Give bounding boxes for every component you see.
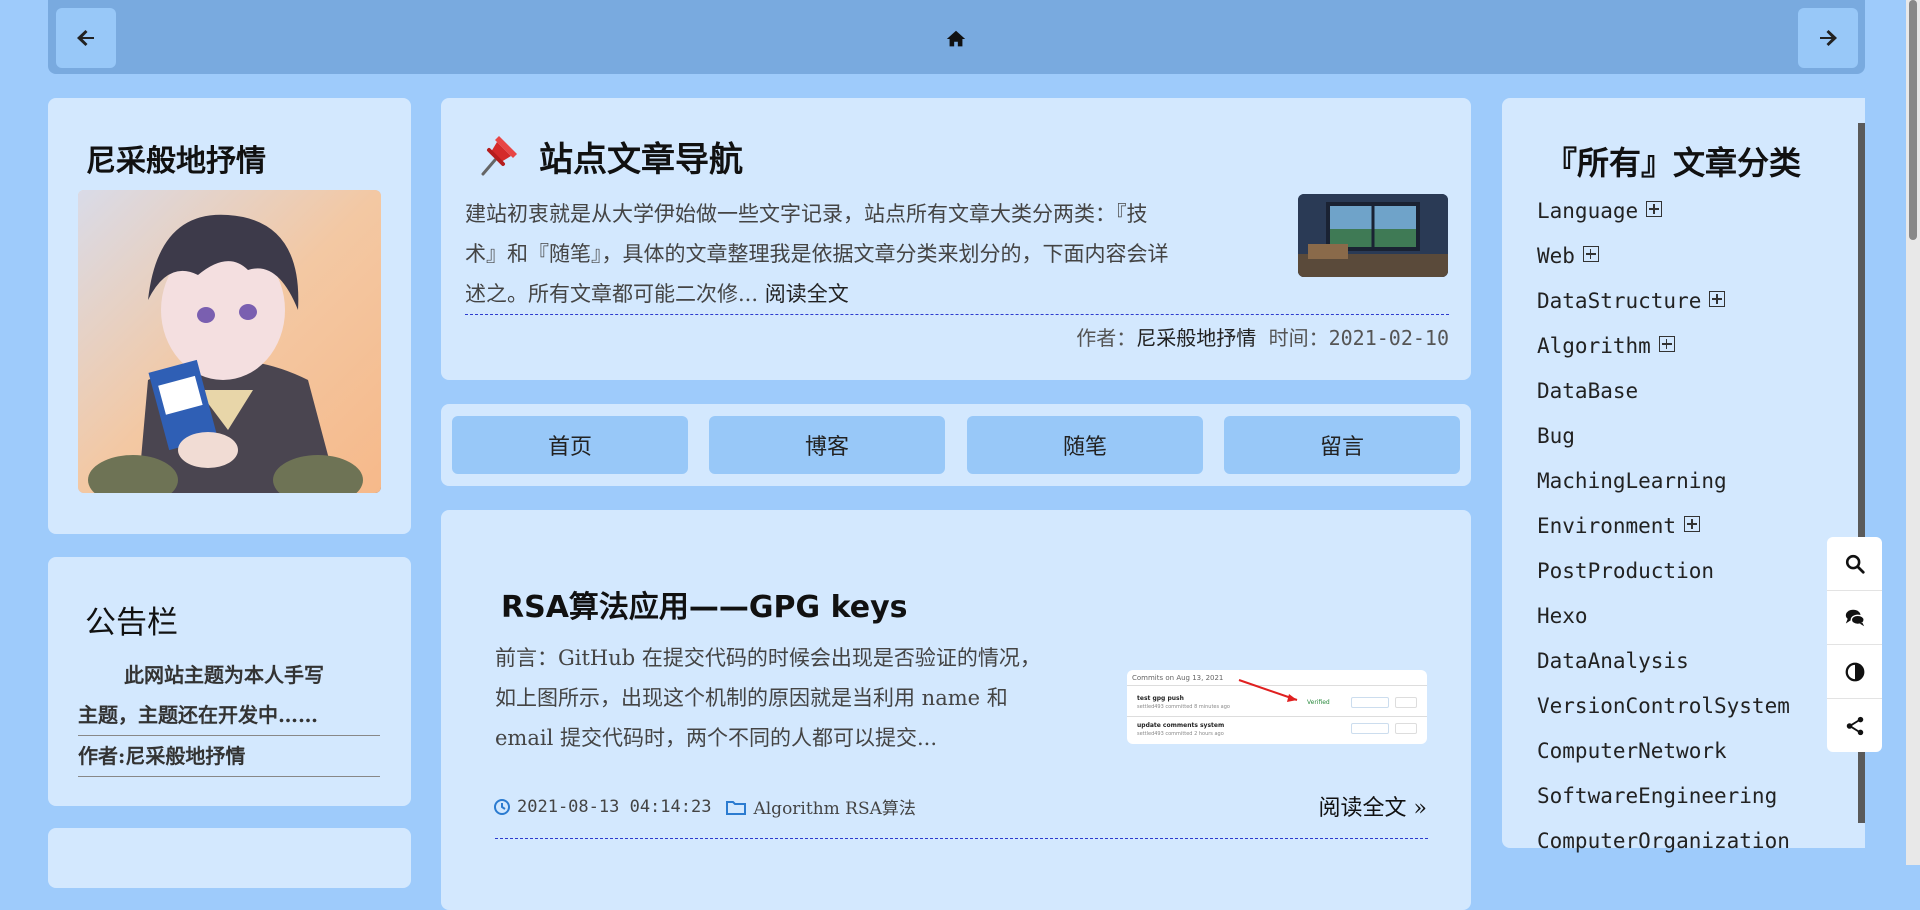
- summary-line: 术』和『随笔』，具体的文章整理我是依据文章分类来划分的，下面内容会详: [465, 242, 1169, 266]
- summary-line: 如上图所示，出现这个机制的原因就是当利用 name 和: [495, 686, 1008, 710]
- search-icon: [1845, 554, 1865, 574]
- tab-guestbook[interactable]: 留言: [1224, 416, 1460, 474]
- post-read-more[interactable]: 阅读全文 »: [1319, 790, 1427, 822]
- author-name: 尼采般地抒情: [86, 144, 266, 179]
- expand-icon[interactable]: [1684, 516, 1701, 532]
- time-label: 时间：: [1268, 326, 1329, 350]
- notice-card: 公告栏 此网站主题为本人手写 主题，主题还在开发中…… 作者:尼采般地抒情: [48, 557, 411, 806]
- notice-text-line: 此网站主题为本人手写: [124, 663, 324, 687]
- post-meta: 2021-08-13 04:14:23 Algorithm RSA算法: [493, 794, 916, 819]
- category-item-algorithm[interactable]: Algorithm: [1537, 334, 1675, 358]
- category-label: VersionControlSystem: [1537, 694, 1790, 718]
- home-icon: [946, 30, 966, 47]
- notice-text-line: 主题，主题还在开发中……: [78, 695, 380, 736]
- featured-summary: 建站初衷就是从大学伊始做一些文字记录，站点所有文章大类分两类：『技 术』和『随笔…: [465, 194, 1285, 314]
- tab-home[interactable]: 首页: [452, 416, 688, 474]
- category-item-environment[interactable]: Environment: [1537, 514, 1701, 538]
- featured-meta: 作者：尼采般地抒情 时间：2021-02-10: [1076, 322, 1449, 351]
- author-label: 作者：: [1076, 326, 1137, 350]
- post-card: RSA算法应用——GPG keys 前言：GitHub 在提交代码的时候会出现是…: [441, 510, 1471, 910]
- read-more-link[interactable]: 阅读全文: [765, 282, 849, 306]
- category-label: ComputerNetwork: [1537, 739, 1727, 763]
- category-item-postproduction[interactable]: PostProduction: [1537, 559, 1714, 583]
- category-item-bug[interactable]: Bug: [1537, 424, 1575, 448]
- post-thumbnail[interactable]: Commits on Aug 13, 2021 test gpg push se…: [1127, 670, 1427, 744]
- search-button[interactable]: [1827, 537, 1882, 591]
- theme-toggle-button[interactable]: [1827, 645, 1882, 699]
- category-item-web[interactable]: Web: [1537, 244, 1599, 268]
- notice-title: 公告栏: [85, 605, 178, 641]
- top-navbar: [48, 0, 1865, 74]
- pushpin-icon: [475, 134, 519, 178]
- category-item-dataanalysis[interactable]: DataAnalysis: [1537, 649, 1689, 673]
- arrow-left-icon: [77, 30, 94, 46]
- share-button[interactable]: [1827, 699, 1882, 752]
- category-label: ComputerOrganization: [1537, 829, 1790, 853]
- category-label: Hexo: [1537, 604, 1588, 628]
- category-item-datastructure[interactable]: DataStructure: [1537, 289, 1726, 313]
- category-label: Language: [1537, 199, 1639, 223]
- clock-icon: [494, 798, 510, 815]
- summary-line: 前言：GitHub 在提交代码的时候会出现是否验证的情况，: [495, 646, 1041, 670]
- divider: [495, 838, 1428, 839]
- category-label: Algorithm: [1537, 334, 1651, 358]
- folder-icon: [726, 800, 747, 815]
- featured-title[interactable]: 站点文章导航: [539, 132, 743, 181]
- summary-line: email 提交代码时，两个不同的人都可以提交...: [495, 726, 937, 750]
- category-label: MachingLearning: [1537, 469, 1727, 493]
- category-label: PostProduction: [1537, 559, 1715, 583]
- comments-button[interactable]: [1827, 591, 1882, 645]
- divider: [465, 314, 1449, 315]
- category-item-database[interactable]: DataBase: [1537, 379, 1638, 403]
- page-scrollbar[interactable]: [1906, 0, 1920, 865]
- category-item-versioncontrolsystem[interactable]: VersionControlSystem: [1537, 694, 1790, 718]
- comments-icon: [1845, 609, 1865, 626]
- notice-text: 此网站主题为本人手写 主题，主题还在开发中…… 作者:尼采般地抒情: [78, 655, 380, 777]
- category-item-computerorganization[interactable]: ComputerOrganization: [1537, 829, 1790, 853]
- publish-time: 2021-02-10: [1328, 326, 1449, 350]
- arrow-right-icon: [1820, 30, 1837, 46]
- tab-essays[interactable]: 随笔: [967, 416, 1203, 474]
- forward-button[interactable]: [1798, 8, 1858, 68]
- category-item-computernetwork[interactable]: ComputerNetwork: [1537, 739, 1727, 763]
- category-item-machinglearning[interactable]: MachingLearning: [1537, 469, 1727, 493]
- expand-icon[interactable]: [1658, 336, 1675, 352]
- home-button[interactable]: [945, 28, 967, 50]
- category-label: Environment: [1537, 514, 1677, 538]
- expand-icon[interactable]: [1582, 246, 1599, 262]
- contrast-icon: [1845, 662, 1864, 681]
- avatar: [78, 190, 381, 493]
- post-category[interactable]: Algorithm RSA算法: [753, 794, 915, 819]
- category-item-softwareengineering[interactable]: SoftwareEngineering: [1537, 784, 1777, 808]
- featured-article-card: 站点文章导航 建站初衷就是从大学伊始做一些文字记录，站点所有文章大类分两类：『技…: [441, 98, 1471, 380]
- featured-thumbnail[interactable]: [1298, 194, 1448, 277]
- category-label: Web: [1537, 244, 1575, 268]
- tab-blog[interactable]: 博客: [709, 416, 945, 474]
- back-button[interactable]: [56, 8, 116, 68]
- arrow-annotation: [1238, 679, 1298, 702]
- expand-icon[interactable]: [1646, 201, 1663, 217]
- category-label: DataBase: [1537, 379, 1639, 403]
- post-summary: 前言：GitHub 在提交代码的时候会出现是否验证的情况， 如上图所示，出现这个…: [495, 638, 1115, 758]
- category-label: DataStructure: [1537, 289, 1702, 313]
- category-title: 『所有』文章分类: [1545, 144, 1802, 182]
- author-link[interactable]: 尼采般地抒情: [1136, 326, 1256, 350]
- author-card: 尼采般地抒情: [48, 98, 411, 534]
- sidebar-card: [48, 828, 411, 888]
- summary-line: 述之。所有文章都可能二次修...: [465, 282, 759, 306]
- category-item-language[interactable]: Language: [1537, 199, 1663, 223]
- notice-author: 作者:尼采般地抒情: [78, 736, 380, 777]
- post-date: 2021-08-13 04:14:23: [517, 796, 712, 817]
- scrollbar-thumb[interactable]: [1909, 0, 1917, 240]
- summary-line: 建站初衷就是从大学伊始做一些文字记录，站点所有文章大类分两类：『技: [465, 202, 1148, 226]
- category-label: SoftwareEngineering: [1537, 784, 1778, 808]
- category-label: Bug: [1537, 424, 1575, 448]
- post-title[interactable]: RSA算法应用——GPG keys: [501, 582, 908, 626]
- category-item-hexo[interactable]: Hexo: [1537, 604, 1588, 628]
- share-icon: [1846, 716, 1863, 735]
- expand-icon[interactable]: [1709, 291, 1726, 307]
- category-label: DataAnalysis: [1537, 649, 1689, 673]
